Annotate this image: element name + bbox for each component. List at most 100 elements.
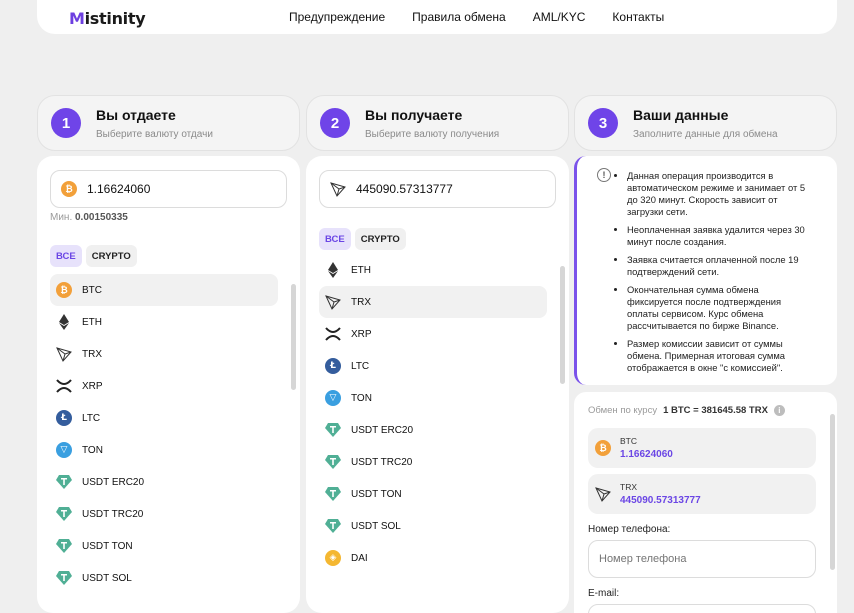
info-item: Окончательная сумма обмена фиксируется п… xyxy=(627,284,815,332)
give-amount-value: 1.16624060 xyxy=(87,182,151,196)
email-input[interactable] xyxy=(588,604,816,613)
list-item-usdt-sol[interactable]: USDT SOL xyxy=(319,510,547,542)
dai-icon: ◈ xyxy=(325,550,341,566)
logo[interactable]: Mistinity xyxy=(69,9,146,28)
usdt-icon xyxy=(56,474,72,490)
list-item-xrp[interactable]: XRP xyxy=(319,318,547,350)
rate-label: Обмен по курсу xyxy=(588,405,658,416)
step-title: Вы отдаете xyxy=(96,107,176,123)
ltc-icon: Ł xyxy=(325,358,341,374)
list-item-usdt-trc20[interactable]: USDT TRC20 xyxy=(50,498,278,530)
step-number: 1 xyxy=(51,108,81,138)
step-subtitle: Выберите валюту получения xyxy=(365,129,500,140)
filter-all[interactable]: ВСЕ xyxy=(319,228,351,250)
step-subtitle: Заполните данные для обмена xyxy=(633,129,778,140)
item-label: TRX xyxy=(351,296,371,308)
list-item-usdt-erc20[interactable]: USDT ERC20 xyxy=(319,414,547,446)
info-item: Заявка считается оплаченной после 19 под… xyxy=(627,254,815,278)
exchange-rate: Обмен по курсу 1 BTC = 381645.58 TRX i xyxy=(588,405,785,416)
list-item-xrp[interactable]: XRP xyxy=(50,370,278,402)
btc-icon: ₿ xyxy=(595,440,611,456)
list-item-usdt-ton[interactable]: USDT TON xyxy=(50,530,278,562)
info-icon[interactable]: i xyxy=(773,405,785,416)
item-label: ETH xyxy=(82,316,102,328)
list-item-trx[interactable]: TRX xyxy=(50,338,278,370)
min-amount: Мин. 0.00150335 xyxy=(50,212,128,223)
item-label: LTC xyxy=(351,360,370,372)
item-label: XRP xyxy=(82,380,103,392)
usdt-icon xyxy=(325,454,341,470)
logo-mark: M xyxy=(69,9,85,28)
step-subtitle: Выберите валюту отдачи xyxy=(96,129,213,140)
give-code: BTC xyxy=(620,436,637,446)
list-item-trx[interactable]: TRX xyxy=(319,286,547,318)
list-item-eth[interactable]: ETH xyxy=(319,254,547,286)
min-value: 0.00150335 xyxy=(75,212,128,223)
nav-aml-kyc[interactable]: AML/KYC xyxy=(533,10,586,24)
list-item-usdt-trc20[interactable]: USDT TRC20 xyxy=(319,446,547,478)
receive-amount-input[interactable]: 445090.57313777 xyxy=(319,170,556,208)
receive-code: TRX xyxy=(620,482,637,492)
item-label: USDT SOL xyxy=(82,572,132,584)
receive-list-scrollbar[interactable] xyxy=(560,266,565,384)
ton-icon: ▽ xyxy=(56,442,72,458)
phone-input[interactable] xyxy=(588,540,816,578)
list-item-usdt-erc20[interactable]: USDT ERC20 xyxy=(50,466,278,498)
list-item-btc[interactable]: ₿ BTC xyxy=(50,274,278,306)
list-item-ltc[interactable]: Ł LTC xyxy=(319,350,547,382)
give-currency-list: ₿ BTC ETH TRX XRP Ł LTC ▽ TON USDT ERC20 xyxy=(50,274,278,594)
ton-icon: ▽ xyxy=(325,390,341,406)
nav-warning[interactable]: Предупреждение xyxy=(289,10,385,24)
usdt-icon xyxy=(56,538,72,554)
info-item: Данная операция производится в автоматич… xyxy=(627,170,815,218)
info-item: Размер комиссии зависит от суммы обмена.… xyxy=(627,338,815,374)
give-value: 1.16624060 xyxy=(620,449,673,460)
give-panel: ₿ 1.16624060 Мин. 0.00150335 ВСЕ CRYPTO … xyxy=(37,156,300,613)
btc-icon: ₿ xyxy=(61,181,77,197)
list-item-eth[interactable]: ETH xyxy=(50,306,278,338)
list-item-dai[interactable]: ◈ DAI xyxy=(319,542,547,574)
main-nav: Предупреждение Правила обмена AML/KYC Ко… xyxy=(289,10,664,24)
usdt-icon xyxy=(325,422,341,438)
info-panel: ! Данная операция производится в автомат… xyxy=(574,156,837,385)
item-label: USDT ERC20 xyxy=(82,476,145,488)
usdt-icon xyxy=(325,518,341,534)
list-item-ton[interactable]: ▽ TON xyxy=(50,434,278,466)
step-give: 1 Вы отдаете Выберите валюту отдачи xyxy=(37,95,300,151)
item-label: TON xyxy=(82,444,103,456)
filter-crypto[interactable]: CRYPTO xyxy=(85,245,137,267)
ltc-icon: Ł xyxy=(56,410,72,426)
filter-all[interactable]: ВСЕ xyxy=(50,245,82,267)
summary-scrollbar[interactable] xyxy=(830,414,835,570)
phone-label: Номер телефона: xyxy=(588,524,671,535)
receive-panel: 445090.57313777 ВСЕ CRYPTO ETH TRX XRP Ł… xyxy=(306,156,569,613)
trx-icon xyxy=(56,346,72,362)
nav-contacts[interactable]: Контакты xyxy=(612,10,664,24)
logo-text: istinity xyxy=(84,9,146,28)
item-label: ETH xyxy=(351,264,371,276)
give-filters: ВСЕ CRYPTO xyxy=(50,245,137,267)
trx-icon xyxy=(330,181,346,197)
receive-filters: ВСЕ CRYPTO xyxy=(319,228,406,250)
list-item-ltc[interactable]: Ł LTC xyxy=(50,402,278,434)
item-label: USDT ERC20 xyxy=(351,424,414,436)
step-title: Ваши данные xyxy=(633,107,729,123)
list-item-ton[interactable]: ▽ TON xyxy=(319,382,547,414)
nav-exchange-rules[interactable]: Правила обмена xyxy=(412,10,506,24)
list-item-usdt-sol[interactable]: USDT SOL xyxy=(50,562,278,594)
give-amount-input[interactable]: ₿ 1.16624060 xyxy=(50,170,287,208)
item-label: LTC xyxy=(82,412,101,424)
top-header: Mistinity Предупреждение Правила обмена … xyxy=(37,0,837,34)
usdt-icon xyxy=(56,570,72,586)
give-list-scrollbar[interactable] xyxy=(291,284,296,390)
item-label: XRP xyxy=(351,328,372,340)
item-label: USDT SOL xyxy=(351,520,401,532)
item-label: TON xyxy=(351,392,372,404)
xrp-icon xyxy=(56,378,72,394)
filter-crypto[interactable]: CRYPTO xyxy=(354,228,406,250)
rate-value: 1 BTC = 381645.58 TRX xyxy=(663,405,768,416)
list-item-usdt-ton[interactable]: USDT TON xyxy=(319,478,547,510)
info-icon: ! xyxy=(597,168,611,182)
step-number: 3 xyxy=(588,108,618,138)
step-title: Вы получаете xyxy=(365,107,463,123)
